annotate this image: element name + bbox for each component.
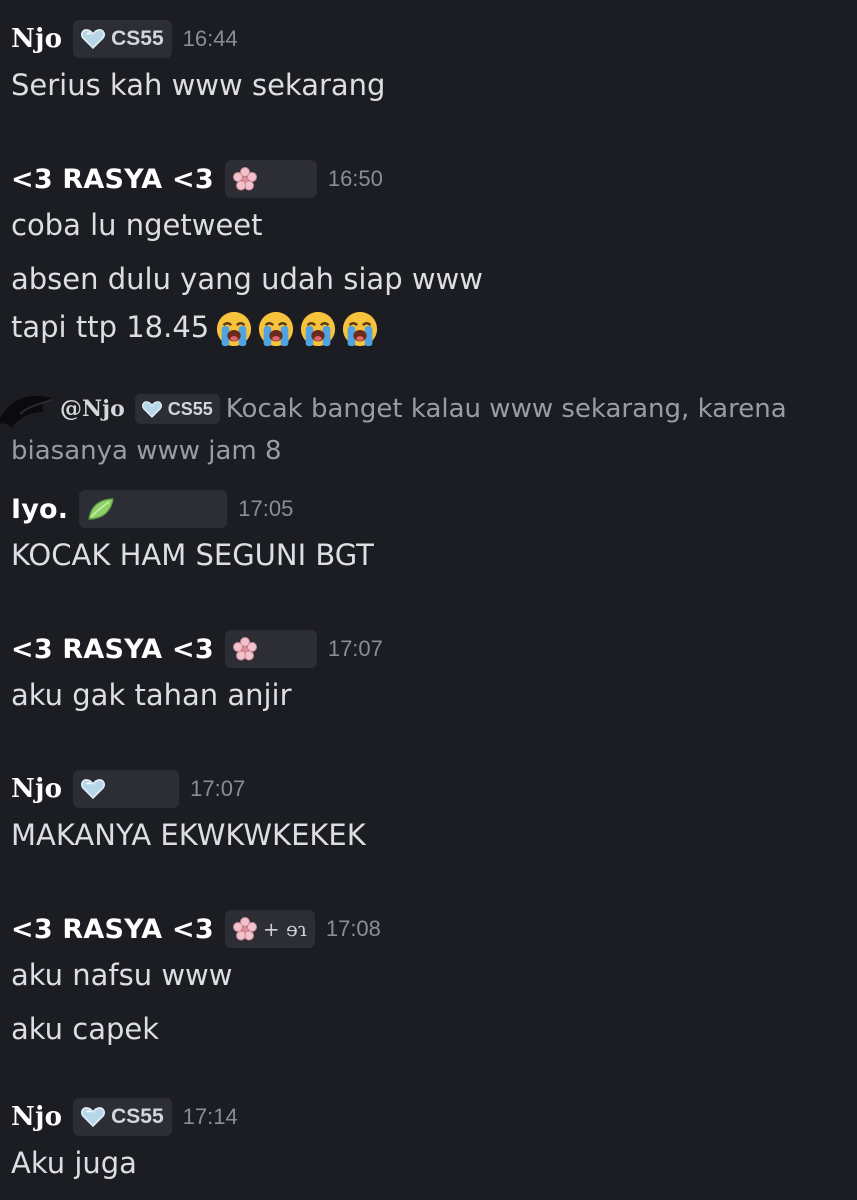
- reply-line: @Njo CS55 Kocak banget kalau www sekaran…: [60, 394, 787, 424]
- loudly-crying-face-icon: [217, 311, 252, 347]
- message-text: aku capek: [11, 1012, 160, 1046]
- reply-username[interactable]: @Njo: [60, 396, 125, 422]
- username[interactable]: <3 RASYA <3: [11, 164, 214, 195]
- message-header: <3 RASYA <3 17:07: [11, 628, 383, 670]
- username[interactable]: Njo: [11, 24, 62, 54]
- message-line-with-emoji: tapi ttp 18.45: [11, 310, 379, 348]
- message-header: <3 RASYA <3 16:50: [11, 158, 383, 200]
- leaf-icon: [88, 498, 114, 520]
- heart-icon: [81, 779, 106, 799]
- guild-tag[interactable]: CS55: [134, 394, 220, 424]
- message-header: Iyo. 17:05: [11, 488, 293, 530]
- timestamp[interactable]: 17:08: [326, 916, 381, 942]
- guild-tag-label: CS55: [111, 27, 164, 50]
- timestamp[interactable]: 17:05: [238, 496, 293, 522]
- timestamp[interactable]: 16:44: [183, 26, 238, 52]
- guild-tag[interactable]: CS55: [73, 1098, 172, 1136]
- username[interactable]: <3 RASYA <3: [11, 914, 214, 945]
- message-text: aku nafsu www: [11, 958, 233, 992]
- timestamp[interactable]: 17:07: [190, 776, 245, 802]
- timestamp[interactable]: 17:07: [328, 636, 383, 662]
- message-header: Njo CS55 16:44: [11, 18, 238, 60]
- guild-tag-label: + ɘɿ: [262, 917, 307, 941]
- guild-tag[interactable]: + ɘɿ: [224, 910, 315, 948]
- flower-icon: [232, 637, 257, 661]
- guild-tag[interactable]: [79, 490, 228, 528]
- reply-text: biasanya www jam 8: [11, 436, 282, 466]
- timestamp[interactable]: 17:14: [183, 1104, 238, 1130]
- message-text: Serius kah www sekarang: [11, 68, 386, 102]
- heart-icon: [81, 29, 106, 49]
- heart-icon: [81, 1107, 106, 1127]
- reply-text: Kocak banget kalau www sekarang, karena: [225, 394, 787, 424]
- loudly-crying-face-icon: [343, 311, 378, 347]
- flower-icon: [232, 167, 257, 191]
- message-header: Njo 17:07: [11, 768, 245, 810]
- guild-tag[interactable]: [224, 630, 317, 668]
- username[interactable]: <3 RASYA <3: [11, 634, 214, 665]
- username[interactable]: Iyo.: [11, 494, 68, 525]
- guild-tag[interactable]: [73, 770, 180, 808]
- chat-view: Njo CS55 16:44 Serius kah www sekarang <…: [0, 0, 857, 1200]
- avatar: [0, 395, 53, 428]
- message-text: coba lu ngetweet: [11, 208, 263, 242]
- message-text: MAKANYA EKWKWKEKEK: [11, 818, 366, 852]
- emoji-row: [215, 310, 379, 348]
- message-header: Njo CS55 17:14: [11, 1096, 238, 1138]
- message-text: Aku juga: [11, 1146, 137, 1180]
- message-text: aku gak tahan anjir: [11, 678, 292, 712]
- username[interactable]: Njo: [11, 774, 62, 804]
- loudly-crying-face-icon: [301, 311, 336, 347]
- message-text: absen dulu yang udah siap www: [11, 262, 483, 296]
- loudly-crying-face-icon: [259, 311, 294, 347]
- username[interactable]: Njo: [11, 1102, 62, 1132]
- timestamp[interactable]: 16:50: [328, 166, 383, 192]
- guild-tag-label: CS55: [111, 1105, 164, 1128]
- heart-icon: [141, 400, 162, 418]
- flower-icon: [232, 917, 257, 941]
- guild-tag[interactable]: [224, 160, 317, 198]
- guild-tag-label: CS55: [167, 398, 213, 419]
- guild-tag[interactable]: CS55: [73, 20, 172, 58]
- message-header: <3 RASYA <3 + ɘɿ 17:08: [11, 908, 381, 950]
- message-text: KOCAK HAM SEGUNI BGT: [11, 538, 374, 572]
- message-text: tapi ttp 18.45: [11, 310, 210, 344]
